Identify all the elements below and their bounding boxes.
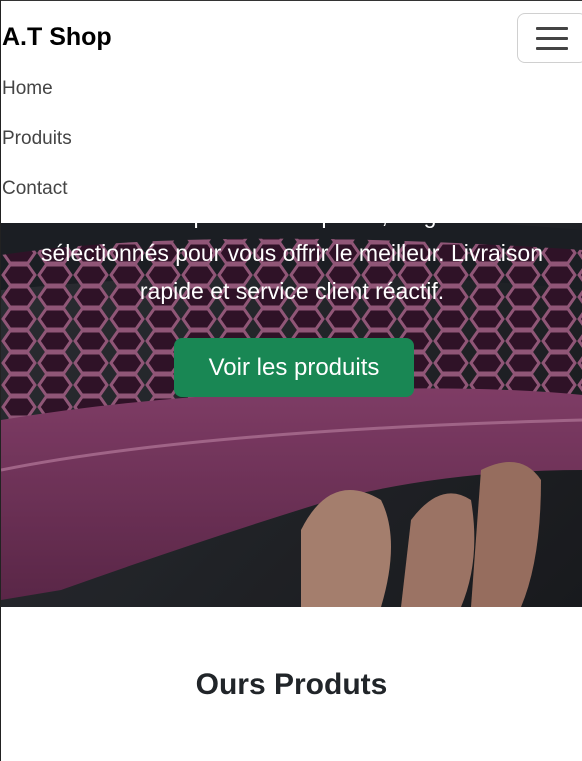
hero-description-text: sélectionnés pour vous offrir le meilleu… [41,240,543,304]
nav-link-contact[interactable]: Contact [2,178,67,200]
view-products-button[interactable]: Voir les produits [174,338,414,397]
nav-link-produits[interactable]: Produits [2,128,72,150]
navbar: A.T Shop Home Produits Contact [1,0,582,223]
hamburger-icon [536,27,568,30]
menu-toggle-button[interactable] [517,13,582,63]
brand-logo[interactable]: A.T Shop [2,23,112,52]
products-section-title: Ours Produts [195,668,388,701]
nav-link-home[interactable]: Home [2,78,53,100]
